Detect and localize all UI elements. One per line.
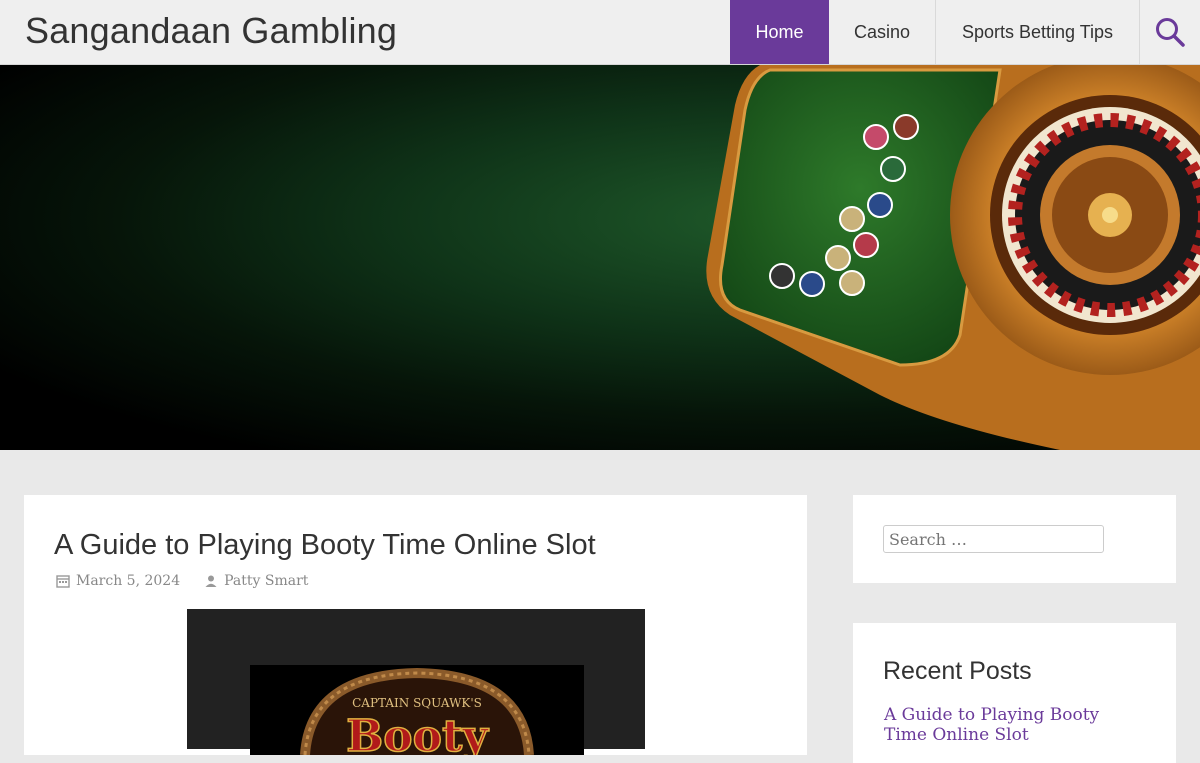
site-header: Sangandaan Gambling Home Casino Sports B…	[0, 0, 1200, 65]
post-article: A Guide to Playing Booty Time Online Slo…	[24, 495, 807, 755]
header-search-button[interactable]	[1140, 0, 1200, 64]
post-meta: March 5, 2024 Patty Smart	[56, 573, 332, 589]
header-hero-image	[0, 65, 1200, 450]
recent-posts-widget: Recent Posts A Guide to Playing Booty Ti…	[853, 623, 1176, 763]
logo-subtitle: CAPTAIN SQUAWK'S	[352, 696, 482, 710]
user-icon	[205, 575, 217, 587]
nav-item-sports-betting-tips[interactable]: Sports Betting Tips	[936, 0, 1140, 64]
primary-nav: Home Casino Sports Betting Tips	[730, 0, 1140, 64]
recent-posts-title: Recent Posts	[883, 657, 1032, 685]
post-date[interactable]: March 5, 2024	[76, 573, 180, 589]
post-title[interactable]: A Guide to Playing Booty Time Online Slo…	[54, 529, 596, 562]
post-author[interactable]: Patty Smart	[224, 573, 308, 589]
sidebar-search-input[interactable]	[883, 525, 1104, 553]
logo-title: Booty	[346, 711, 489, 755]
site-title[interactable]: Sangandaan Gambling	[25, 10, 397, 52]
recent-post-link[interactable]: A Guide to Playing Booty Time Online Slo…	[884, 705, 1134, 745]
calendar-icon	[56, 575, 70, 588]
search-icon	[1156, 18, 1185, 47]
nav-item-casino[interactable]: Casino	[829, 0, 936, 64]
post-featured-image: CAPTAIN SQUAWK'S Booty	[187, 609, 645, 755]
slot-logo-art: CAPTAIN SQUAWK'S Booty	[300, 667, 534, 755]
booty-time-logo: CAPTAIN SQUAWK'S Booty	[250, 665, 584, 755]
nav-item-home[interactable]: Home	[730, 0, 829, 64]
roulette-table-illustration	[706, 65, 1200, 450]
sidebar-search-widget	[853, 495, 1176, 583]
